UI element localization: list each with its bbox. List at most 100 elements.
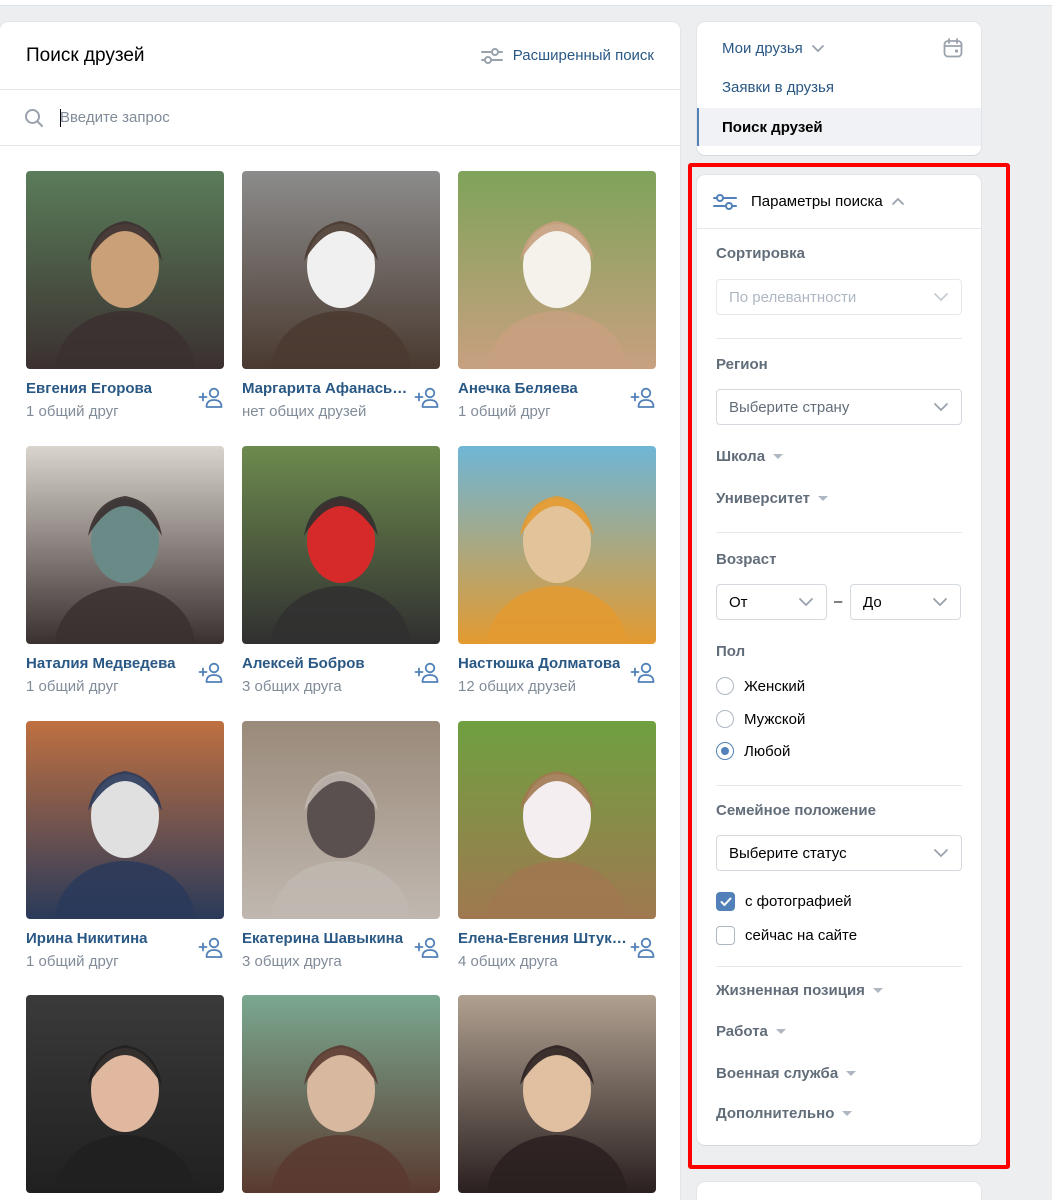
work-label: Работа bbox=[716, 1023, 768, 1040]
add-friend-icon[interactable] bbox=[198, 937, 224, 959]
add-friend-icon[interactable] bbox=[630, 937, 656, 959]
nav-friend-requests[interactable]: Заявки в друзья bbox=[697, 68, 981, 106]
divider bbox=[716, 338, 962, 339]
person-name[interactable]: Настюшка Долматова bbox=[458, 655, 620, 672]
profile-photo[interactable] bbox=[458, 171, 656, 369]
additional-toggle[interactable]: Дополнительно bbox=[716, 1105, 853, 1122]
profile-photo[interactable] bbox=[26, 446, 224, 644]
person-card: Анечка Беляева 1 общий друг bbox=[458, 171, 656, 420]
add-friend-icon[interactable] bbox=[198, 662, 224, 684]
online-now-checkbox[interactable]: сейчас на сайте bbox=[716, 926, 857, 945]
radio-circle bbox=[716, 710, 734, 728]
divider bbox=[716, 532, 962, 533]
military-toggle[interactable]: Военная служба bbox=[716, 1065, 857, 1082]
gender-label: Пол bbox=[716, 643, 746, 660]
mutual-friends[interactable]: 3 общих друга bbox=[242, 953, 342, 970]
add-friend-icon[interactable] bbox=[414, 662, 440, 684]
mutual-friends[interactable]: 1 общий друг bbox=[26, 953, 119, 970]
profile-photo[interactable] bbox=[242, 446, 440, 644]
marital-placeholder: Выберите статус bbox=[729, 844, 847, 862]
caret-down-icon bbox=[773, 454, 784, 459]
search-input[interactable] bbox=[60, 109, 620, 126]
friends-search-panel: Поиск друзей Расширенный поиск Евгения Е… bbox=[0, 22, 680, 1200]
mutual-friends[interactable]: 1 общий друг bbox=[458, 403, 551, 420]
add-friend-icon[interactable] bbox=[414, 937, 440, 959]
advanced-search-link[interactable]: Расширенный поиск bbox=[480, 47, 654, 65]
chevron-down-icon bbox=[934, 403, 948, 412]
profile-photo[interactable] bbox=[242, 171, 440, 369]
person-card: Наталия Медведева 1 общий друг bbox=[26, 446, 224, 695]
marital-label: Семейное положение bbox=[716, 802, 876, 819]
mutual-friends[interactable]: 4 общих друга bbox=[458, 953, 558, 970]
mutual-friends[interactable]: 3 общих друга bbox=[242, 678, 342, 695]
person-card: Алексей Бобров 3 общих друга bbox=[242, 446, 440, 695]
mutual-friends[interactable]: нет общих друзей bbox=[242, 403, 366, 420]
divider bbox=[716, 966, 962, 967]
sort-value: По релевантности bbox=[729, 288, 857, 306]
person-name[interactable]: Елена-Евгения Штукатурова bbox=[458, 930, 630, 947]
profile-photo[interactable] bbox=[26, 721, 224, 919]
region-label: Регион bbox=[716, 356, 768, 373]
marital-select[interactable]: Выберите статус bbox=[716, 835, 962, 871]
sort-select[interactable]: По релевантности bbox=[716, 279, 962, 315]
calendar-icon[interactable] bbox=[943, 38, 963, 63]
nav-find-friends-label: Поиск друзей bbox=[722, 118, 823, 136]
caret-down-icon bbox=[775, 1029, 786, 1034]
checkmark-icon bbox=[720, 897, 731, 906]
search-icon bbox=[25, 108, 43, 127]
nav-my-friends[interactable]: Мои друзья bbox=[697, 29, 981, 67]
person-name[interactable]: Маргарита Афанасьева bbox=[242, 380, 414, 397]
person-name[interactable]: Евгения Егорова bbox=[26, 380, 152, 397]
gender-female-radio[interactable]: Женский bbox=[716, 677, 805, 695]
age-to-select[interactable]: До bbox=[850, 584, 961, 620]
filters-icon bbox=[713, 193, 737, 210]
profile-photo[interactable] bbox=[242, 721, 440, 919]
with-photo-checkbox[interactable]: с фотографией bbox=[716, 892, 852, 911]
page-title: Поиск друзей bbox=[26, 44, 145, 66]
mutual-friends[interactable]: 12 общих друзей bbox=[458, 678, 576, 695]
add-friend-icon[interactable] bbox=[198, 387, 224, 409]
gender-male-radio[interactable]: Мужской bbox=[716, 710, 805, 728]
filters-header[interactable]: Параметры поиска bbox=[697, 175, 981, 229]
person-name[interactable]: Ирина Никитина bbox=[26, 930, 148, 947]
with-photo-label: с фотографией bbox=[745, 893, 852, 910]
age-to-value: До bbox=[863, 593, 882, 611]
person-name[interactable]: Екатерина Шавыкина bbox=[242, 930, 403, 947]
add-friend-icon[interactable] bbox=[630, 662, 656, 684]
profile-photo[interactable] bbox=[458, 995, 656, 1193]
chevron-up-icon bbox=[891, 197, 904, 205]
sliders-icon bbox=[480, 47, 503, 64]
profile-photo[interactable] bbox=[242, 995, 440, 1193]
add-friend-icon[interactable] bbox=[414, 387, 440, 409]
country-select[interactable]: Выберите страну bbox=[716, 389, 962, 425]
university-toggle[interactable]: Университет bbox=[716, 490, 828, 507]
work-toggle[interactable]: Работа bbox=[716, 1023, 786, 1040]
nav-find-friends[interactable]: Поиск друзей bbox=[697, 108, 981, 146]
military-label: Военная служба bbox=[716, 1065, 839, 1082]
add-friend-icon[interactable] bbox=[630, 387, 656, 409]
person-name[interactable]: Наталия Медведева bbox=[26, 655, 176, 672]
mutual-friends[interactable]: 1 общий друг bbox=[26, 403, 119, 420]
caret-down-icon bbox=[872, 988, 883, 993]
person-card bbox=[458, 995, 656, 1193]
age-dash: – bbox=[834, 593, 843, 610]
profile-photo[interactable] bbox=[458, 721, 656, 919]
profile-photo[interactable] bbox=[458, 446, 656, 644]
gender-any-radio[interactable]: Любой bbox=[716, 742, 790, 760]
caret-down-icon bbox=[846, 1071, 857, 1076]
profile-photo[interactable] bbox=[26, 995, 224, 1193]
radio-circle bbox=[716, 677, 734, 695]
search-filters-panel: Параметры поиска Сортировка По релевантн… bbox=[697, 175, 981, 1145]
person-card: Ирина Никитина 1 общий друг bbox=[26, 721, 224, 970]
country-placeholder: Выберите страну bbox=[729, 398, 850, 416]
person-card: Елена-Евгения Штукатурова 4 общих друга bbox=[458, 721, 656, 970]
friends-nav: Мои друзья Заявки в друзья Поиск друзей bbox=[697, 22, 981, 155]
person-name[interactable]: Анечка Беляева bbox=[458, 380, 578, 397]
profile-photo[interactable] bbox=[26, 171, 224, 369]
person-name[interactable]: Алексей Бобров bbox=[242, 655, 365, 672]
age-from-select[interactable]: От bbox=[716, 584, 827, 620]
life-position-toggle[interactable]: Жизненная позиция bbox=[716, 982, 883, 999]
mutual-friends[interactable]: 1 общий друг bbox=[26, 678, 119, 695]
school-toggle[interactable]: Школа bbox=[716, 448, 784, 465]
person-card bbox=[26, 995, 224, 1193]
